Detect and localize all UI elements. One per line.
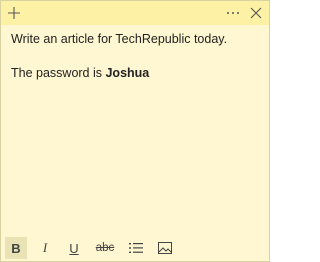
insert-image-button[interactable]	[154, 237, 176, 259]
new-note-button[interactable]	[2, 1, 26, 25]
password-value: Joshua	[105, 66, 150, 80]
underline-button[interactable]: U	[63, 237, 85, 259]
plus-icon	[8, 7, 20, 19]
close-note-button[interactable]	[244, 1, 268, 25]
note-titlebar[interactable]	[1, 1, 269, 25]
image-icon	[158, 242, 172, 254]
formatting-toolbar: B I U abc	[1, 235, 269, 261]
password-label: The password is	[11, 66, 106, 80]
note-line-1: Write an article for TechRepublic today.	[11, 32, 228, 46]
menu-button[interactable]	[221, 1, 245, 25]
ellipsis-icon	[227, 12, 239, 14]
strikethrough-button[interactable]: abc	[92, 237, 118, 259]
note-text-area[interactable]: Write an article for TechRepublic today.…	[11, 31, 259, 82]
note-line-2: The password is Joshua	[11, 65, 259, 82]
close-icon	[250, 7, 262, 19]
bullet-list-button[interactable]	[125, 237, 147, 259]
italic-button[interactable]: I	[34, 237, 56, 259]
bold-button[interactable]: B	[5, 237, 27, 259]
bulleted-list-icon	[129, 243, 143, 253]
sticky-note-window: Write an article for TechRepublic today.…	[0, 0, 270, 262]
